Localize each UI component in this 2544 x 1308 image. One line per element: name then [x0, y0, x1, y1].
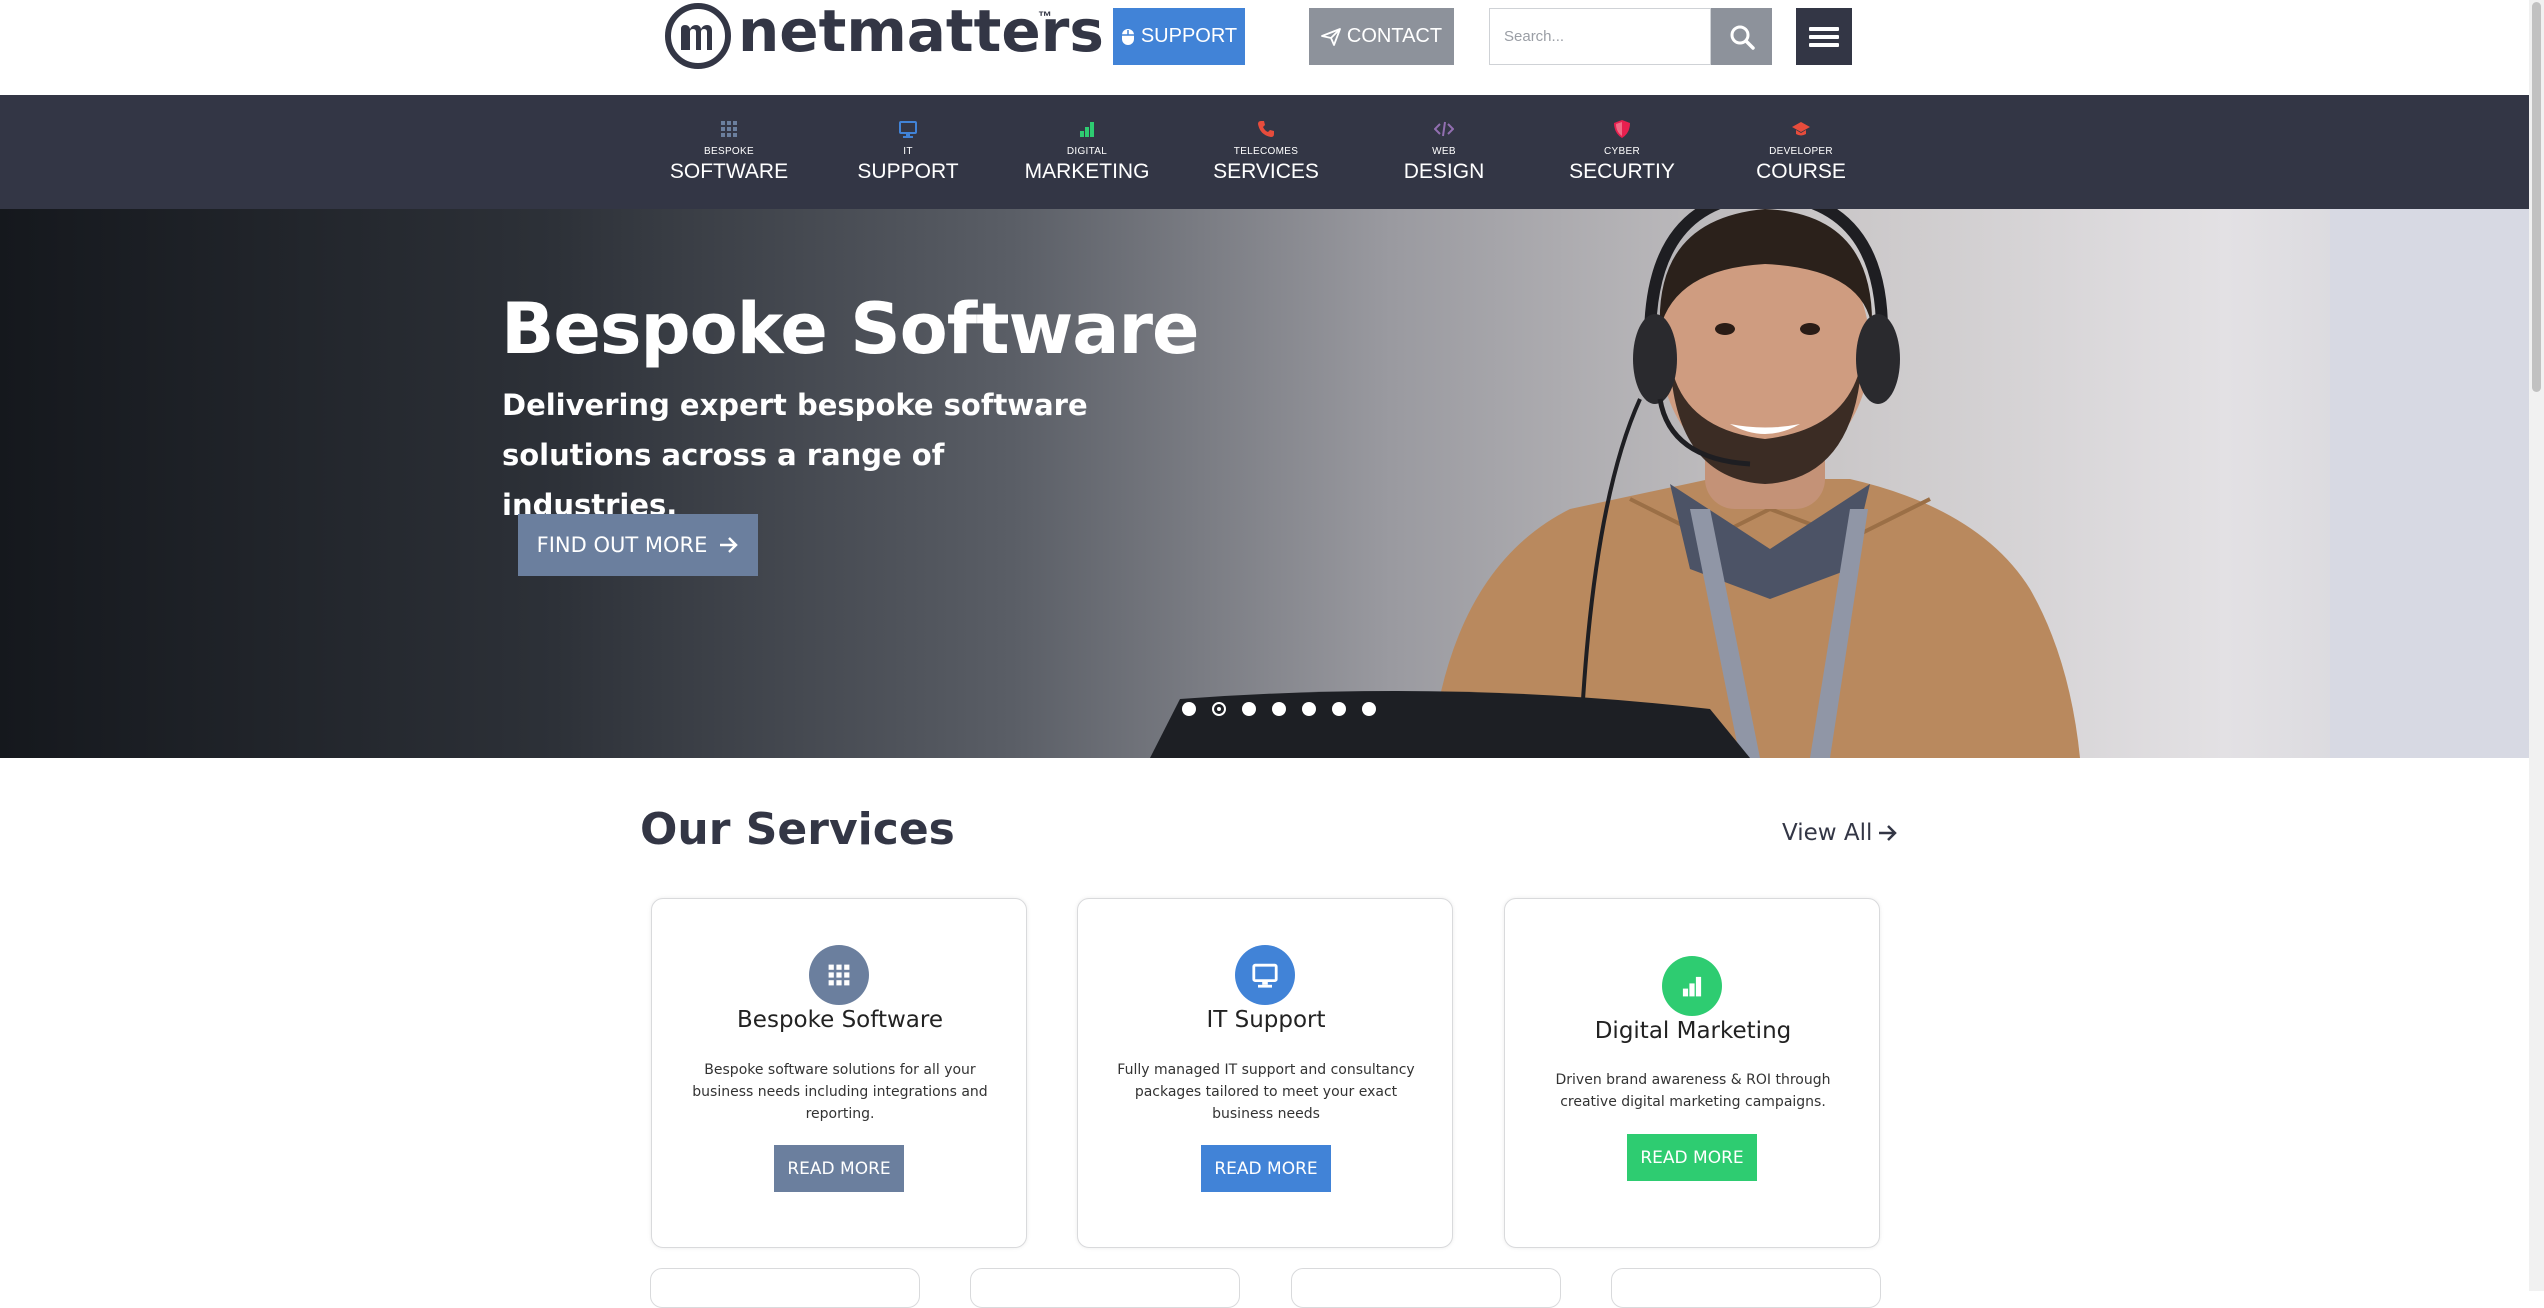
search-icon: [1730, 25, 1755, 50]
slider-dot[interactable]: [1272, 702, 1286, 716]
nav-item-small-label: CYBER: [1604, 146, 1640, 157]
nav-item-small-label: DIGITAL: [1066, 146, 1108, 157]
slider-dot[interactable]: [1242, 702, 1256, 716]
scrollbar-thumb[interactable]: [2532, 2, 2541, 392]
nav-item-label: MARKETING: [1024, 160, 1150, 183]
slider-dot[interactable]: [1332, 702, 1346, 716]
read-more-button[interactable]: READ MORE: [1201, 1145, 1331, 1192]
nav-item-digital-marketing[interactable]: DIGITAL MARKETING: [1007, 95, 1167, 209]
nav-item-bespoke-software[interactable]: BESPOKE SOFTWARE: [649, 95, 809, 209]
service-card-title: Bespoke Software: [737, 1007, 943, 1033]
nav-item-small-label: IT: [903, 146, 913, 157]
hero-banner: Bespoke Software Delivering expert bespo…: [0, 209, 2529, 758]
grid-icon: [721, 121, 737, 137]
paper-plane-icon: [1321, 27, 1341, 46]
site-header: netmatters ™ SUPPORT CONTACT: [0, 0, 2544, 95]
arrow-right-icon: [720, 537, 739, 553]
nav-item-it-support[interactable]: IT SUPPORT: [828, 95, 988, 209]
nav-item-label: SOFTWARE: [669, 160, 789, 183]
slider-dot-active[interactable]: [1212, 702, 1226, 716]
service-card-description: Bespoke software solutions for all your …: [692, 1062, 988, 1122]
read-more-button[interactable]: READ MORE: [1627, 1134, 1757, 1181]
nav-item-cyber-security[interactable]: CYBER SECURTIY: [1542, 95, 1702, 209]
find-out-more-button[interactable]: FIND OUT MORE: [518, 514, 758, 576]
service-card-bespoke-software: Bespoke Software Bespoke software soluti…: [651, 898, 1027, 1248]
nav-item-small-label: TELECOMES: [1233, 146, 1299, 157]
support-button-label: SUPPORT: [1140, 25, 1238, 47]
service-card-partial: [970, 1268, 1240, 1308]
contact-button-label: CONTACT: [1346, 25, 1443, 47]
nav-item-telecoms-services[interactable]: TELECOMES SERVICES: [1186, 95, 1346, 209]
netmatters-logo[interactable]: netmatters ™: [664, 0, 1104, 74]
nav-item-label: SERVICES: [1213, 160, 1319, 183]
service-card-description: Driven brand awareness & ROI through cre…: [1555, 1072, 1831, 1110]
search-input[interactable]: [1489, 8, 1711, 65]
find-out-more-label: FIND OUT MORE: [536, 533, 708, 557]
service-card-title: IT Support: [1206, 1007, 1326, 1033]
service-card-title: Digital Marketing: [1594, 1018, 1792, 1044]
slider-dot[interactable]: [1362, 702, 1376, 716]
slider-dot[interactable]: [1182, 702, 1196, 716]
page-scrollbar[interactable]: [2529, 0, 2544, 1291]
service-card-partial: [650, 1268, 920, 1308]
search-button[interactable]: [1711, 8, 1772, 65]
mouse-icon: [1121, 28, 1134, 45]
nav-item-developer-course[interactable]: DEVELOPER COURSE: [1721, 95, 1881, 209]
service-card-partial: [1611, 1268, 1881, 1308]
nav-item-label: COURSE: [1756, 160, 1846, 183]
nav-item-small-label: WEB: [1432, 146, 1456, 157]
monitor-icon: [899, 121, 917, 138]
hamburger-menu-icon: [1809, 26, 1839, 47]
service-card-description: Fully managed IT support and consultancy…: [1117, 1062, 1415, 1122]
bar-chart-icon: [1682, 976, 1702, 997]
support-button[interactable]: SUPPORT: [1113, 8, 1245, 65]
nav-item-label: SUPPORT: [857, 160, 959, 183]
slider-dot[interactable]: [1302, 702, 1316, 716]
nav-item-small-label: BESPOKE: [704, 146, 754, 157]
hero-subtitle: Delivering expert bespoke software solut…: [502, 388, 1088, 522]
phone-icon: [1258, 121, 1274, 137]
hero-title: Bespoke Software: [501, 288, 1200, 370]
grid-icon: [828, 964, 850, 986]
shield-icon: [1614, 120, 1630, 138]
arrow-right-icon: [1879, 825, 1898, 841]
main-navigation: BESPOKE SOFTWARE IT SUPPORT DIGITAL MARK…: [0, 95, 2529, 209]
services-heading: Our Services: [640, 804, 955, 855]
contact-button[interactable]: CONTACT: [1309, 8, 1454, 65]
logo-trademark: ™: [1038, 8, 1052, 24]
nav-item-label: SECURTIY: [1569, 160, 1675, 183]
service-icon-circle: [1235, 945, 1295, 1005]
service-card-digital-marketing: Digital Marketing Driven brand awareness…: [1504, 898, 1880, 1248]
service-card-partial: [1291, 1268, 1561, 1308]
nav-item-label: DESIGN: [1403, 160, 1485, 183]
hamburger-menu-button[interactable]: [1796, 8, 1852, 65]
view-all-link[interactable]: View All: [1782, 820, 1898, 846]
service-icon-circle: [809, 945, 869, 1005]
service-icon-circle: [1662, 956, 1722, 1016]
netmatters-logo-mark-icon: [665, 3, 731, 69]
graduation-cap-icon: [1792, 122, 1810, 136]
hero-background-wall: [2330, 209, 2529, 758]
nav-item-small-label: DEVELOPER: [1769, 146, 1833, 157]
view-all-label: View All: [1782, 820, 1873, 846]
service-card-it-support: IT Support Fully managed IT support and …: [1077, 898, 1453, 1248]
hero-person-photo: [1150, 209, 2080, 758]
bar-chart-icon: [1080, 122, 1094, 137]
monitor-icon: [1252, 963, 1278, 988]
nav-item-web-design[interactable]: WEB DESIGN: [1364, 95, 1524, 209]
code-icon: [1434, 121, 1454, 137]
read-more-button[interactable]: READ MORE: [774, 1145, 904, 1192]
